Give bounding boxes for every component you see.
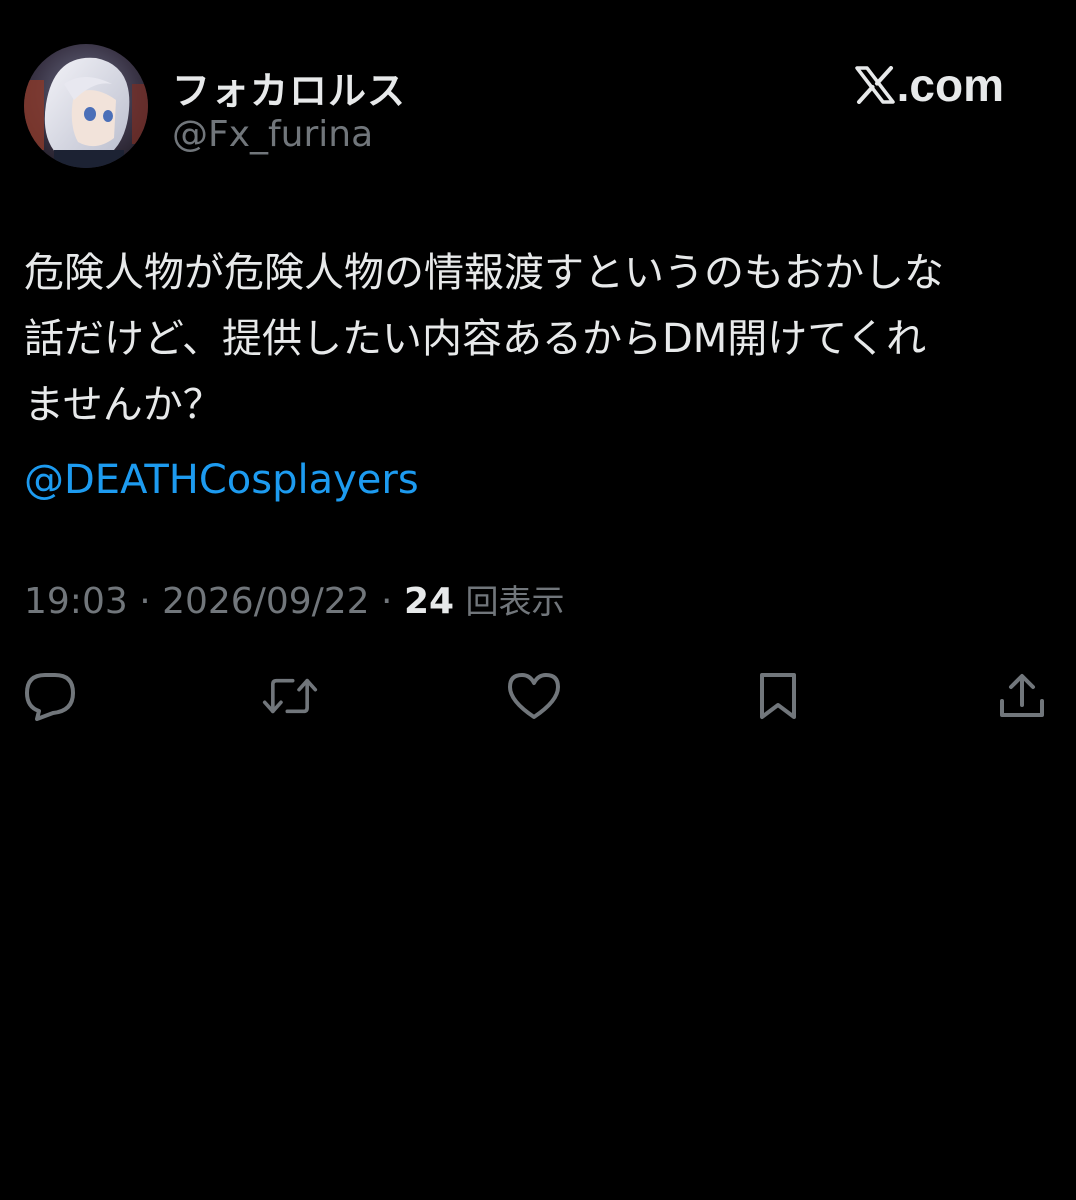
action-bar (0, 668, 1076, 724)
handle[interactable]: @Fx_furina (172, 114, 373, 155)
x-com-watermark: .com (854, 58, 1004, 112)
bookmark-icon (760, 673, 796, 719)
like-icon (508, 673, 560, 719)
tweet-date[interactable]: 2026/09/22 (162, 581, 370, 622)
share-button[interactable] (994, 668, 1050, 724)
tweet-time[interactable]: 19:03 (24, 581, 128, 622)
meta-separator: · (127, 581, 163, 622)
avatar[interactable] (24, 44, 148, 168)
x-logo-icon (854, 66, 895, 104)
views-count: 24 (403, 581, 455, 622)
reply-button[interactable] (22, 668, 78, 724)
like-button[interactable] (506, 668, 562, 724)
brand-label: .com (896, 59, 1004, 111)
bookmark-button[interactable] (750, 668, 806, 724)
retweet-button[interactable] (262, 668, 318, 724)
share-icon (1000, 674, 1044, 717)
retweet-icon (262, 678, 318, 714)
mention-link[interactable]: @DEATHCosplayers (24, 450, 419, 510)
tweet-text: 危険人物が危険人物の情報渡すというのもおかしな 話だけど、提供したい内容あるから… (24, 250, 944, 428)
meta-separator: · (369, 581, 404, 622)
reply-icon (25, 673, 75, 721)
avatar-image (24, 44, 148, 168)
views-label: 回表示 (465, 582, 565, 621)
tweet-meta: 19:03 · 2026/09/22 · 24 回表示 (24, 578, 565, 626)
display-name[interactable]: フォカロルス (172, 60, 406, 115)
